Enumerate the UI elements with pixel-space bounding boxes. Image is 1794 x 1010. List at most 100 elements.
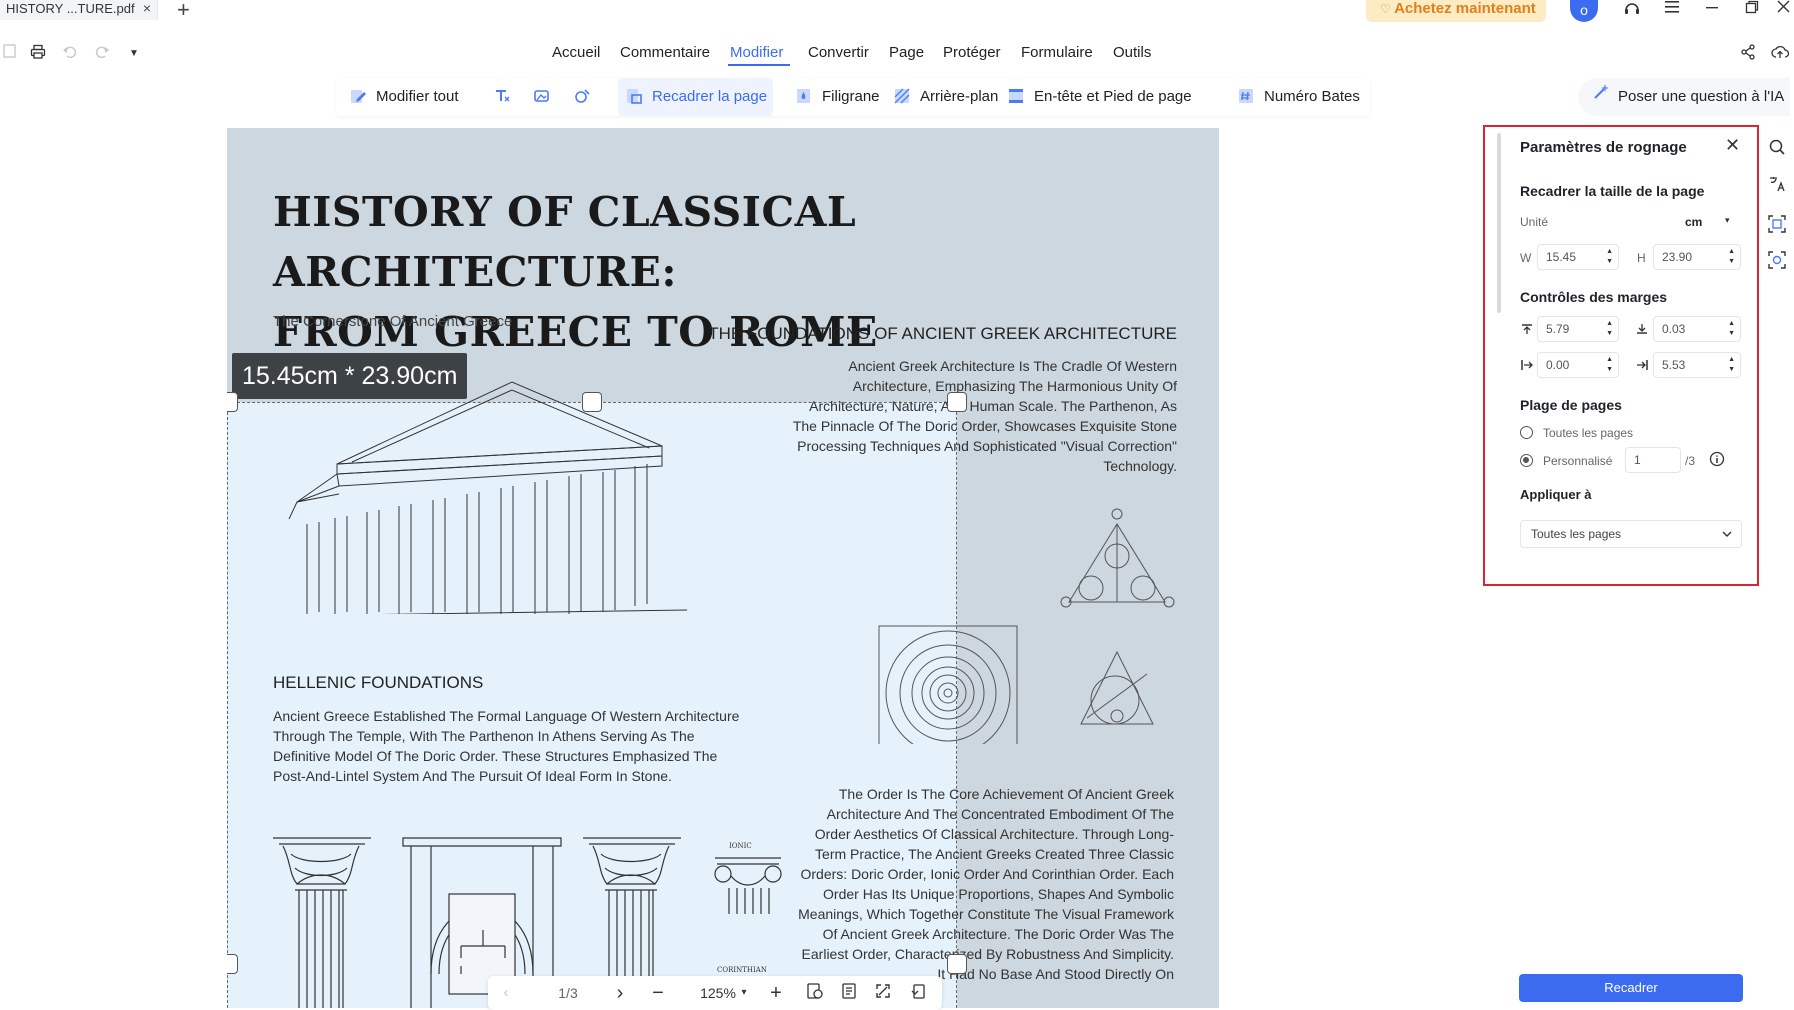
close-panel-icon[interactable]: ✕ bbox=[1725, 135, 1740, 156]
buy-now-button[interactable]: ♡ Achetez maintenant bbox=[1366, 0, 1546, 22]
tab-accueil[interactable]: Accueil bbox=[552, 44, 600, 64]
reading-mode-icon[interactable] bbox=[838, 982, 860, 1004]
text-edit-icon bbox=[492, 87, 512, 107]
edit-image-button[interactable] bbox=[532, 78, 560, 116]
crop-handle-top-right[interactable] bbox=[947, 392, 967, 412]
margin-right-stepper[interactable]: ▲ ▼ bbox=[1728, 355, 1735, 375]
ai-sparkle-icon bbox=[1592, 78, 1612, 116]
margin-right-input[interactable]: 5.53 ▲ ▼ bbox=[1653, 352, 1741, 378]
margin-top-input[interactable]: 5.79 ▲ ▼ bbox=[1537, 316, 1619, 342]
title-bar: HISTORY ...TURE.pdf × + ♡ Achetez mainte… bbox=[0, 0, 1794, 36]
page-number-field[interactable]: 1/3 bbox=[548, 982, 588, 1004]
background-button[interactable]: Arrière-plan bbox=[892, 78, 998, 116]
tab-page[interactable]: Page bbox=[889, 44, 924, 64]
translate-icon[interactable] bbox=[1766, 174, 1788, 196]
custom-range-label: Personnalisé bbox=[1543, 454, 1613, 468]
margin-top-stepper[interactable]: ▲ ▼ bbox=[1606, 319, 1613, 339]
zoom-in-icon[interactable]: + bbox=[766, 982, 786, 1004]
save-icon[interactable] bbox=[0, 44, 20, 64]
share-icon[interactable] bbox=[1738, 44, 1758, 64]
rotate-page-icon[interactable] bbox=[908, 982, 930, 1004]
tab-proteger[interactable]: Protéger bbox=[943, 44, 1001, 64]
search-icon[interactable] bbox=[1766, 138, 1788, 160]
custom-range-radio[interactable] bbox=[1520, 454, 1533, 467]
tab-commentaire[interactable]: Commentaire bbox=[620, 44, 710, 64]
diamond-icon: ♡ bbox=[1380, 2, 1395, 16]
tab-convertir[interactable]: Convertir bbox=[808, 44, 869, 64]
ocr-scan-icon[interactable] bbox=[1766, 214, 1788, 236]
zoom-out-icon[interactable]: − bbox=[648, 982, 668, 1004]
redo-icon[interactable] bbox=[92, 44, 112, 64]
section-text-foundations: Ancient Greek Architecture Is The Cradle… bbox=[792, 358, 1177, 474]
margin-bottom-stepper[interactable]: ▲ ▼ bbox=[1728, 319, 1735, 339]
resize-heading: Recadrer la taille de la page bbox=[1520, 183, 1705, 199]
width-stepper[interactable]: ▲ ▼ bbox=[1606, 247, 1613, 267]
fit-screen-icon[interactable] bbox=[872, 982, 894, 1004]
edit-link-button[interactable] bbox=[572, 78, 600, 116]
document-tab[interactable]: HISTORY ...TURE.pdf × bbox=[0, 0, 158, 20]
crop-page-icon bbox=[624, 87, 644, 107]
print-icon[interactable] bbox=[28, 44, 48, 64]
recadrer-button[interactable]: Recadrer bbox=[1519, 974, 1743, 1002]
zoom-dropdown-icon[interactable]: ▾ bbox=[738, 982, 750, 1004]
tab-formulaire[interactable]: Formulaire bbox=[1021, 44, 1093, 64]
screenshot-icon[interactable] bbox=[1766, 250, 1788, 272]
pdf-page: HISTORY OF CLASSICAL ARCHITECTURE: FROM … bbox=[227, 128, 1219, 1008]
crop-handle-top-left[interactable] bbox=[227, 392, 238, 412]
crop-handle-top-center[interactable] bbox=[582, 392, 602, 412]
crop-handle-middle-left[interactable] bbox=[227, 954, 238, 974]
header-footer-button[interactable]: En-tête et Pied de page bbox=[1006, 78, 1192, 116]
bates-number-button[interactable]: Numéro Bates bbox=[1236, 78, 1360, 116]
restore-icon[interactable] bbox=[1738, 0, 1766, 22]
unit-select[interactable]: cm bbox=[1685, 215, 1702, 229]
tab-modifier[interactable]: Modifier bbox=[730, 44, 783, 64]
margin-right-icon bbox=[1635, 359, 1649, 374]
margin-left-icon bbox=[1520, 359, 1534, 374]
crop-settings-panel: Paramètres de rognage ✕ Recadrer la tail… bbox=[1483, 125, 1759, 586]
edit-document-icon bbox=[348, 87, 368, 107]
margin-left-input[interactable]: 0.00 ▲ ▼ bbox=[1537, 352, 1619, 378]
hamburger-menu-icon[interactable] bbox=[1658, 0, 1686, 22]
quick-access-dropdown-icon[interactable]: ▼ bbox=[124, 44, 144, 64]
undo-icon[interactable] bbox=[60, 44, 80, 64]
close-tab-icon[interactable]: × bbox=[143, 0, 151, 17]
link-edit-icon bbox=[572, 87, 592, 107]
custom-range-input[interactable]: 1 bbox=[1625, 447, 1681, 473]
margin-left-stepper[interactable]: ▲ ▼ bbox=[1606, 355, 1613, 375]
next-page-icon[interactable]: › bbox=[610, 982, 630, 1004]
page-view-icon[interactable] bbox=[804, 982, 826, 1004]
height-stepper[interactable]: ▲ ▼ bbox=[1728, 247, 1735, 267]
new-tab-icon[interactable]: + bbox=[177, 0, 190, 23]
crop-page-button[interactable]: Recadrer la page bbox=[618, 78, 774, 116]
height-input[interactable]: 23.90 ▲ ▼ bbox=[1653, 244, 1741, 270]
background-icon bbox=[892, 87, 912, 107]
tab-outils[interactable]: Outils bbox=[1113, 44, 1151, 64]
watermark-button[interactable]: Filigrane bbox=[794, 78, 880, 116]
document-subtitle: The Cornerstone Of Ancient Greece bbox=[273, 313, 513, 330]
avatar[interactable]: o bbox=[1570, 0, 1598, 22]
panel-scrollbar[interactable] bbox=[1497, 133, 1501, 313]
info-icon[interactable] bbox=[1709, 451, 1725, 470]
edit-text-button[interactable] bbox=[492, 78, 520, 116]
apply-to-select[interactable]: Toutes les pages bbox=[1520, 520, 1742, 548]
close-window-icon[interactable] bbox=[1772, 0, 1794, 22]
total-pages: /3 bbox=[1685, 454, 1696, 468]
minimize-icon[interactable] bbox=[1698, 0, 1726, 22]
page-navigation-bar: ‹ 1/3 › − 125% ▾ + bbox=[488, 976, 942, 1010]
unit-dropdown-icon[interactable]: ▾ bbox=[1725, 215, 1730, 226]
section-text-orders: The Order Is The Core Achievement Of Anc… bbox=[798, 786, 1174, 982]
section-heading-hellenic: HELLENIC FOUNDATIONS bbox=[273, 673, 484, 692]
tab-title: HISTORY ...TURE.pdf bbox=[6, 1, 135, 16]
previous-page-icon[interactable]: ‹ bbox=[496, 982, 516, 1004]
section-text-hellenic: Ancient Greece Established The Formal La… bbox=[273, 708, 740, 784]
cloud-upload-icon[interactable] bbox=[1770, 44, 1790, 64]
width-input[interactable]: 15.45 ▲ ▼ bbox=[1537, 244, 1619, 270]
margin-bottom-input[interactable]: 0.03 ▲ ▼ bbox=[1653, 316, 1741, 342]
ask-ai-button[interactable]: Poser une question à l'IA bbox=[1578, 78, 1790, 116]
crop-handle-middle-right[interactable] bbox=[947, 954, 967, 974]
support-icon[interactable] bbox=[1618, 0, 1646, 22]
zoom-level[interactable]: 125% bbox=[698, 982, 738, 1004]
all-pages-radio[interactable] bbox=[1520, 426, 1533, 439]
panel-title: Paramètres de rognage bbox=[1520, 139, 1687, 156]
edit-all-button[interactable]: Modifier tout bbox=[348, 78, 459, 116]
